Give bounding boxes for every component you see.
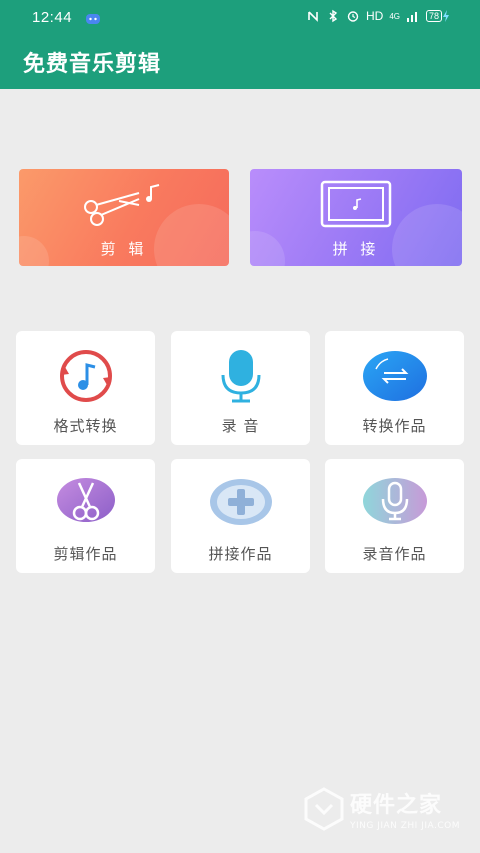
status-icons: HD 4G 78 [306, 9, 450, 23]
android-icon [86, 14, 100, 24]
watermark-title: 硬件之家 [349, 793, 442, 818]
scissors-icon [56, 478, 115, 522]
tile-edit-works-label: 剪辑作品 [53, 545, 118, 563]
alarm-icon [347, 11, 359, 22]
edit-card[interactable]: 剪 辑 [19, 169, 229, 266]
join-card[interactable]: 拼 接 [250, 169, 462, 266]
plus-icon [209, 479, 272, 525]
status-time: 12:44 [32, 9, 73, 26]
tile-edit-works[interactable]: 剪辑作品 [16, 459, 155, 573]
signal-label: 4G [389, 11, 400, 21]
watermark-logo-icon [304, 787, 344, 831]
scissors-music-icon [84, 184, 160, 226]
tile-format-convert[interactable]: 格式转换 [16, 331, 155, 445]
tile-record[interactable]: 录 音 [171, 331, 310, 445]
battery-indicator: 78 [425, 10, 450, 22]
nfc-icon [308, 11, 318, 22]
tile-format-convert-label: 格式转换 [53, 417, 118, 435]
battery-level: 78 [425, 10, 442, 22]
network-label: HD [365, 9, 384, 23]
tile-join-works-label: 拼接作品 [208, 545, 273, 563]
tile-recording-works[interactable]: 录音作品 [325, 459, 464, 573]
tile-recording-works-label: 录音作品 [362, 545, 427, 563]
watermark: 硬件之家 YING JIAN ZHI JIA.COM [304, 787, 460, 831]
charging-icon [443, 10, 449, 22]
edit-card-label: 剪 辑 [100, 240, 148, 258]
status-bar: 12:44 HD 4G 78 [0, 0, 480, 38]
converted-works-icon [362, 351, 427, 401]
tile-join-works[interactable]: 拼接作品 [171, 459, 310, 573]
monitor-music-icon [320, 180, 392, 228]
tile-converted-works[interactable]: 转换作品 [325, 331, 464, 445]
watermark-subtitle: YING JIAN ZHI JIA.COM [349, 821, 460, 831]
bluetooth-icon [329, 9, 338, 23]
microphone-icon [221, 350, 260, 403]
recording-works-icon [362, 478, 427, 524]
tile-record-label: 录 音 [221, 417, 260, 435]
format-convert-icon [59, 350, 112, 402]
tile-converted-works-label: 转换作品 [362, 417, 427, 435]
app-header: 12:44 HD 4G 78 免费音乐剪辑 [0, 0, 480, 89]
app-title: 免费音乐剪辑 [23, 52, 162, 77]
signal-bars-icon [406, 12, 417, 22]
join-card-label: 拼 接 [332, 240, 380, 258]
